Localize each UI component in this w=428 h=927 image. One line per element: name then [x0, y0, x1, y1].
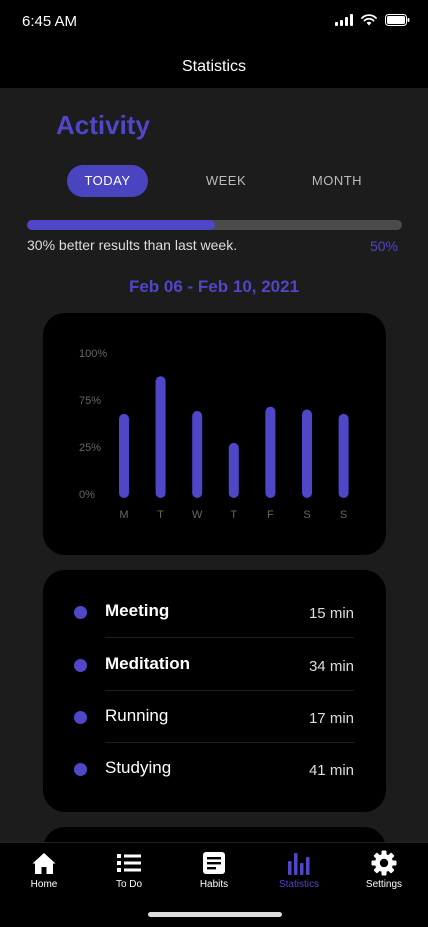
chart-card: 100% 75% 25% 0% M T W T F S S — [43, 313, 386, 555]
notes-icon — [203, 852, 225, 874]
status-bar: 6:45 AM — [0, 0, 428, 44]
progress-value: 50% — [369, 238, 398, 254]
progress-bar — [27, 220, 402, 230]
tab-label: Home — [30, 879, 58, 890]
x-tick-label: W — [192, 509, 203, 521]
progress-fill — [27, 220, 215, 230]
date-range: Feb 06 - Feb 10, 2021 — [128, 277, 300, 296]
activity-duration: 41 min — [308, 762, 354, 779]
segment-week[interactable]: WEEK — [186, 165, 266, 197]
tab-label: Settings — [365, 879, 403, 890]
tab-statistics[interactable]: Statistics — [256, 849, 342, 890]
x-tick-label: S — [303, 509, 310, 521]
bar-1 — [155, 376, 166, 498]
y-tick-label: 75% — [79, 395, 101, 407]
tab-label: To Do — [115, 879, 143, 890]
bar-3 — [228, 442, 239, 498]
list-item-studying[interactable]: Studying 41 min — [74, 743, 354, 795]
tab-todo[interactable]: To Do — [86, 849, 172, 890]
status-time: 6:45 AM — [22, 13, 78, 30]
bar-chart: 100% 75% 25% 0% M T W T F S S — [79, 348, 349, 521]
x-tick-label: F — [267, 509, 274, 521]
bullet-dot-icon — [74, 606, 87, 619]
list-item-meeting[interactable]: Meeting 15 min — [74, 586, 354, 638]
page-title: Statistics — [181, 58, 246, 75]
list-item-running[interactable]: Running 17 min — [74, 691, 354, 743]
bullet-dot-icon — [74, 711, 87, 724]
activity-name: Meditation — [105, 654, 190, 673]
activity-duration: 17 min — [308, 710, 354, 727]
gear-icon — [371, 850, 397, 876]
bar-4 — [265, 406, 276, 498]
nav-header: Statistics — [0, 44, 428, 88]
wifi-icon — [361, 14, 377, 26]
list-icon — [117, 854, 141, 872]
activity-list-card: Meeting 15 min Meditation 34 min Running… — [43, 570, 386, 812]
segment-month[interactable]: MONTH — [296, 165, 378, 197]
home-indicator — [148, 912, 282, 917]
segment-today[interactable]: TODAY — [67, 165, 148, 197]
status-icons — [335, 14, 410, 26]
bar-6 — [338, 413, 349, 498]
bar-2 — [192, 411, 203, 498]
tab-home[interactable]: Home — [1, 849, 87, 890]
x-tick-label: T — [230, 509, 237, 521]
tab-habits[interactable]: Habits — [171, 849, 257, 890]
list-item-meditation[interactable]: Meditation 34 min — [74, 639, 354, 691]
activity-name: Studying — [105, 758, 172, 777]
battery-icon — [385, 14, 410, 26]
bar-5 — [302, 409, 312, 498]
activity-name: Meeting — [105, 601, 170, 620]
activity-duration: 34 min — [308, 658, 354, 675]
cellular-signal-icon — [335, 14, 353, 26]
divider — [105, 637, 354, 638]
x-tick-label: T — [157, 509, 164, 521]
activity-title: Activity — [56, 110, 150, 140]
progress-caption: 30% better results than last week. — [27, 237, 238, 253]
bar-chart-icon — [288, 853, 310, 875]
x-tick-label: M — [119, 509, 128, 521]
activity-duration: 15 min — [308, 605, 354, 622]
y-tick-label: 25% — [79, 442, 101, 454]
activity-name: Running — [105, 706, 169, 725]
bar-0 — [119, 413, 129, 498]
tab-settings[interactable]: Settings — [341, 849, 427, 890]
bullet-dot-icon — [74, 659, 87, 672]
y-tick-label: 0% — [79, 489, 95, 501]
tab-label: Habits — [199, 879, 229, 890]
tab-label: Statistics — [278, 879, 319, 890]
y-tick-label: 100% — [79, 348, 107, 360]
x-tick-label: S — [340, 509, 347, 521]
home-icon — [32, 853, 56, 874]
bullet-dot-icon — [74, 763, 87, 776]
